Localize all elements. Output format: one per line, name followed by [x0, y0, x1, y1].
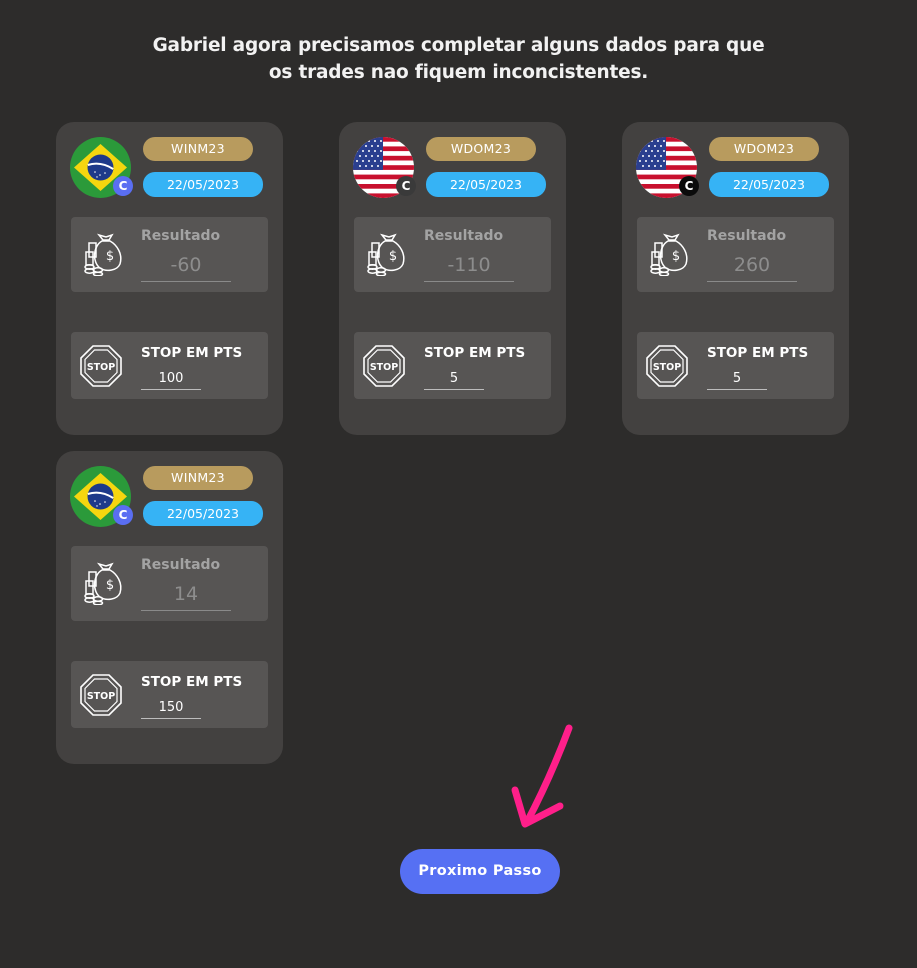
result-label: Resultado: [424, 228, 504, 244]
next-step-button[interactable]: Proximo Passo: [400, 849, 560, 894]
ticker-badge: WDOM23: [426, 137, 536, 161]
result-label: Resultado: [141, 557, 221, 573]
money-bag-coins-icon: [79, 561, 123, 605]
c-badge: C: [396, 176, 416, 196]
ticker-badge: WINM23: [143, 466, 253, 490]
result-box: Resultado 14: [71, 546, 268, 621]
result-field[interactable]: -60: [141, 249, 231, 282]
result-box: Resultado 260: [637, 217, 834, 292]
trade-card: C WINM23 22/05/2023 Resultado 14 STOP EM…: [56, 451, 283, 764]
date-badge: 22/05/2023: [426, 172, 546, 197]
stop-sign-icon: [362, 344, 406, 388]
stop-label: STOP EM PTS: [707, 345, 809, 361]
ticker-badge: WINM23: [143, 137, 253, 161]
stop-box: STOP EM PTS 5: [354, 332, 551, 399]
date-badge: 22/05/2023: [143, 172, 263, 197]
stop-sign-icon: [645, 344, 689, 388]
money-bag-coins-icon: [645, 232, 689, 276]
result-field[interactable]: -110: [424, 249, 514, 282]
result-label: Resultado: [707, 228, 787, 244]
result-box: Resultado -60: [71, 217, 268, 292]
c-badge: C: [679, 176, 699, 196]
trade-card: C WDOM23 22/05/2023 Resultado -110 STOP …: [339, 122, 566, 435]
c-badge: C: [113, 505, 133, 525]
stop-box: STOP EM PTS 150: [71, 661, 268, 728]
pink-arrow-down-icon: [511, 724, 573, 828]
heading-line-1: Gabriel agora precisamos completar algun…: [152, 35, 765, 56]
result-label: Resultado: [141, 228, 221, 244]
money-bag-coins-icon: [79, 232, 123, 276]
result-box: Resultado -110: [354, 217, 551, 292]
date-badge: 22/05/2023: [143, 501, 263, 526]
stop-label: STOP EM PTS: [141, 674, 243, 690]
stop-points-input[interactable]: 100: [141, 369, 201, 390]
stop-label: STOP EM PTS: [141, 345, 243, 361]
stop-box: STOP EM PTS 100: [71, 332, 268, 399]
c-badge: C: [113, 176, 133, 196]
heading-line-2: os trades nao fiquem inconcistentes.: [268, 62, 649, 83]
money-bag-coins-icon: [362, 232, 406, 276]
trade-card: C WDOM23 22/05/2023 Resultado 260 STOP E…: [622, 122, 849, 435]
result-field[interactable]: 14: [141, 578, 231, 611]
stop-points-input[interactable]: 5: [707, 369, 767, 390]
trade-card: C WINM23 22/05/2023 Resultado -60 STOP E…: [56, 122, 283, 435]
stop-label: STOP EM PTS: [424, 345, 526, 361]
date-badge: 22/05/2023: [709, 172, 829, 197]
stop-sign-icon: [79, 673, 123, 717]
page-heading: Gabriel agora precisamos completar algun…: [0, 32, 917, 86]
stop-sign-icon: [79, 344, 123, 388]
result-field[interactable]: 260: [707, 249, 797, 282]
ticker-badge: WDOM23: [709, 137, 819, 161]
stop-box: STOP EM PTS 5: [637, 332, 834, 399]
stop-points-input[interactable]: 150: [141, 698, 201, 719]
stop-points-input[interactable]: 5: [424, 369, 484, 390]
